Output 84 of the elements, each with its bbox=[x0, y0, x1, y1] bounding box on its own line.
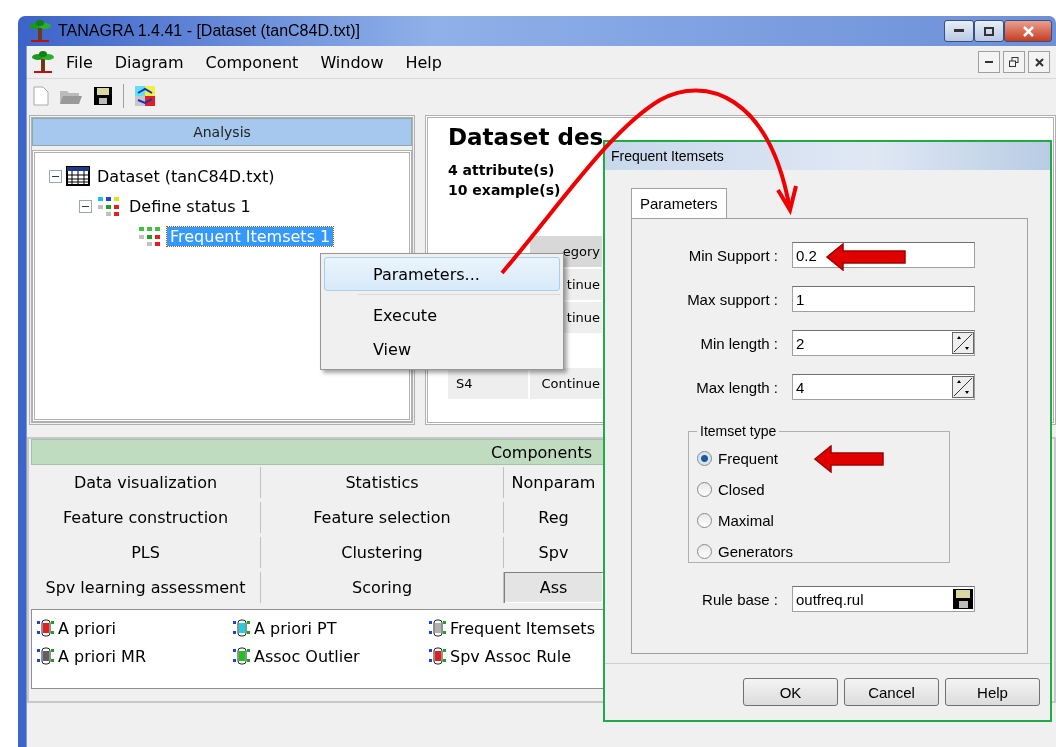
minimize-icon bbox=[954, 29, 964, 33]
restore-icon bbox=[1009, 57, 1019, 67]
menu-item[interactable]: Window bbox=[309, 52, 395, 72]
table-icon bbox=[66, 166, 90, 186]
component-icon bbox=[36, 647, 56, 665]
option-label: Frequent bbox=[718, 450, 779, 467]
field-label: Max support : bbox=[686, 290, 779, 308]
category-tab[interactable]: Feature construction bbox=[31, 502, 261, 533]
save-icon[interactable] bbox=[93, 86, 113, 106]
component-label[interactable]: A priori MR bbox=[58, 646, 147, 666]
menu-item[interactable]: Component bbox=[194, 52, 310, 72]
spin-icon[interactable] bbox=[952, 332, 974, 354]
radio-button[interactable] bbox=[697, 482, 712, 497]
table-cell: S4 bbox=[448, 368, 528, 399]
close-icon bbox=[1034, 57, 1044, 67]
close-button[interactable] bbox=[1028, 51, 1050, 73]
field-label: Rule base : bbox=[701, 590, 779, 608]
spin-icon[interactable] bbox=[952, 376, 974, 398]
component-icon bbox=[428, 647, 448, 665]
dataset-title: Dataset des bbox=[448, 124, 605, 150]
category-tab[interactable]: Feature selection bbox=[261, 502, 504, 533]
menu-item[interactable]: Diagram bbox=[103, 52, 195, 72]
minimize-button[interactable] bbox=[944, 20, 974, 42]
menu-item[interactable]: Parameters... bbox=[324, 257, 560, 291]
table-cell: Continue bbox=[530, 368, 602, 399]
save-icon[interactable] bbox=[952, 588, 974, 610]
tree-node[interactable]: Define status 1 bbox=[126, 196, 254, 216]
collapse-toggle[interactable] bbox=[49, 169, 62, 183]
group-title: Itemset type bbox=[699, 423, 778, 439]
component-icon bbox=[428, 619, 448, 637]
category-tab[interactable]: Data visualization bbox=[31, 467, 261, 498]
component-label[interactable]: A priori bbox=[58, 618, 117, 638]
component-label[interactable]: Frequent Itemsets bbox=[450, 618, 595, 638]
maximize-icon bbox=[984, 26, 994, 36]
component-label[interactable]: Spv Assoc Rule bbox=[450, 646, 571, 666]
menu-item[interactable]: View bbox=[324, 332, 560, 366]
field-label: Min length : bbox=[699, 334, 779, 352]
restore-button[interactable] bbox=[1003, 51, 1025, 73]
dialog-button[interactable]: Help bbox=[945, 678, 1040, 706]
option-label: Closed bbox=[718, 481, 765, 498]
close-button[interactable] bbox=[1004, 20, 1052, 42]
category-tab[interactable]: Spv learning assessment bbox=[31, 572, 261, 603]
category-tab[interactable]: PLS bbox=[31, 537, 261, 568]
dialog-button[interactable]: Cancel bbox=[844, 678, 939, 706]
menu-item[interactable]: File bbox=[55, 52, 104, 72]
tree-node[interactable]: Dataset (tanC84D.txt) bbox=[94, 166, 278, 186]
category-tab[interactable]: Clustering bbox=[261, 537, 504, 568]
option-label: Generators bbox=[718, 543, 794, 560]
panel-header: Analysis bbox=[32, 118, 412, 146]
minimize-icon bbox=[985, 60, 993, 64]
block-arrow bbox=[814, 445, 884, 473]
network-icon[interactable] bbox=[134, 85, 156, 107]
radio-button[interactable] bbox=[697, 451, 712, 466]
input-field[interactable]: 2 bbox=[792, 330, 975, 356]
component-label[interactable]: Assoc Outlier bbox=[254, 646, 360, 666]
input-field[interactable]: outfreq.rul bbox=[792, 586, 975, 612]
input-field[interactable]: 4 bbox=[792, 374, 975, 400]
category-tab[interactable]: Statistics bbox=[261, 467, 504, 498]
close-icon bbox=[1022, 25, 1034, 37]
collapse-toggle[interactable] bbox=[79, 199, 92, 213]
menu-item[interactable]: Help bbox=[394, 52, 453, 72]
component-icon bbox=[232, 647, 252, 665]
radio-button[interactable] bbox=[697, 513, 712, 528]
node-icon bbox=[137, 225, 163, 247]
palm-tree-icon bbox=[28, 19, 52, 43]
category-tab[interactable]: Ass bbox=[504, 572, 604, 603]
radio-button[interactable] bbox=[697, 544, 712, 559]
node-icon bbox=[96, 195, 122, 217]
window-title: TANAGRA 1.4.41 - [Dataset (tanC84D.txt)] bbox=[58, 22, 361, 40]
dataset-info: 4 attribute(s) bbox=[448, 161, 556, 180]
dialog-title: Frequent Itemsets bbox=[611, 148, 724, 164]
minimize-button[interactable] bbox=[978, 51, 1000, 73]
dataset-info: 10 example(s) bbox=[448, 181, 562, 200]
dialog-button[interactable]: OK bbox=[743, 678, 838, 706]
component-icon bbox=[232, 619, 252, 637]
field-label: Min Support : bbox=[687, 246, 779, 264]
tab[interactable]: Parameters bbox=[631, 188, 727, 218]
field-label: Max length : bbox=[695, 378, 779, 396]
input-field[interactable]: 1 bbox=[792, 286, 975, 312]
component-icon bbox=[36, 619, 56, 637]
component-label[interactable]: A priori PT bbox=[254, 618, 337, 638]
palm-tree-icon bbox=[31, 50, 55, 74]
option-label: Maximal bbox=[718, 512, 774, 529]
maximize-button[interactable] bbox=[974, 20, 1004, 42]
